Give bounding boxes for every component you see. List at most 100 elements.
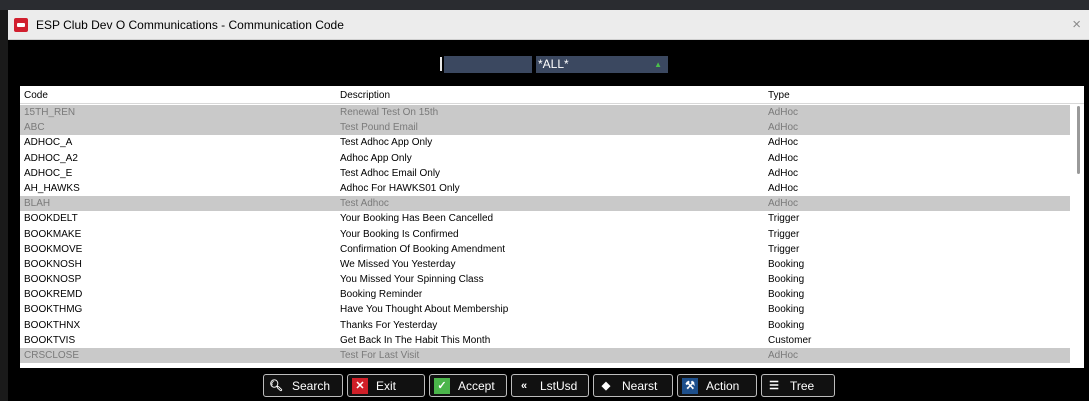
column-header-description[interactable]: Description bbox=[340, 90, 390, 101]
cell-code: ABC bbox=[24, 122, 45, 134]
table-row[interactable]: BOOKTVIS Get Back In The Habit This Month… bbox=[20, 333, 1070, 348]
exit-button[interactable]: ✕ Exit bbox=[347, 374, 425, 397]
vertical-scrollbar[interactable] bbox=[1076, 106, 1082, 366]
cell-code: BOOKTHNX bbox=[24, 319, 81, 331]
text-cursor bbox=[440, 57, 442, 71]
cell-type: AdHoc bbox=[768, 152, 799, 164]
cell-description: Test For Last Visit bbox=[340, 350, 420, 361]
search-button-label: Search bbox=[292, 378, 331, 393]
cell-code: ADHOC_E bbox=[24, 167, 73, 179]
lstusd-button[interactable]: « LstUsd bbox=[511, 374, 589, 397]
cell-description: Get Back In The Habit This Month bbox=[340, 334, 491, 346]
cell-description: Have You Thought About Membership bbox=[340, 304, 509, 316]
exit-icon: ✕ bbox=[352, 377, 368, 394]
cell-type: AdHoc bbox=[768, 167, 799, 179]
accept-button-label: Accept bbox=[458, 378, 495, 393]
table-row[interactable]: ABC Test Pound Email AdHoc bbox=[20, 120, 1070, 136]
search-icon: 🔍︎ bbox=[269, 380, 283, 392]
cell-type: AdHoc bbox=[768, 350, 799, 361]
table-row[interactable]: BOOKMAKE Your Booking Is Confirmed Trigger bbox=[20, 227, 1070, 242]
table-row[interactable]: BOOKREMD Booking Reminder Booking bbox=[20, 287, 1070, 302]
cell-code: BOOKREMD bbox=[24, 289, 83, 301]
close-icon[interactable]: × bbox=[1072, 16, 1081, 33]
cell-type: Booking bbox=[768, 258, 805, 270]
cell-code: CRSCLOSE bbox=[24, 350, 80, 361]
accept-button[interactable]: ✓ Accept bbox=[429, 374, 507, 397]
table-row[interactable]: ADHOC_A2 Adhoc App Only AdHoc bbox=[20, 151, 1070, 166]
cell-type: AdHoc bbox=[768, 198, 799, 210]
table-row[interactable]: BOOKNOSH We Missed You Yesterday Booking bbox=[20, 257, 1070, 272]
table-row[interactable]: CRSCLOSE Test For Last Visit AdHoc bbox=[20, 348, 1070, 364]
table-row[interactable]: BOOKTHNX Thanks For Yesterday Booking bbox=[20, 318, 1070, 333]
cell-code: ADHOC_A2 bbox=[24, 152, 78, 164]
column-header-code[interactable]: Code bbox=[24, 90, 48, 101]
cell-type: Trigger bbox=[768, 213, 800, 225]
button-bar: 🔍︎ Search ✕ Exit ✓ Accept « LstUsd ◆ Nea… bbox=[8, 370, 1089, 401]
cell-description: We Missed You Yesterday bbox=[340, 258, 456, 270]
cell-type: Trigger bbox=[768, 243, 800, 255]
cell-code: ADHOC_A bbox=[24, 137, 73, 149]
tree-button[interactable]: ☰ Tree bbox=[761, 374, 835, 397]
cell-code: BOOKNOSP bbox=[24, 274, 82, 286]
action-button-label: Action bbox=[706, 378, 740, 393]
table-row[interactable]: 15TH_REN Renewal Test On 15th AdHoc bbox=[20, 105, 1070, 121]
cell-type: Trigger bbox=[768, 228, 800, 240]
table-row[interactable]: ADHOC_A Test Adhoc App Only AdHoc bbox=[20, 135, 1070, 150]
cell-description: You Missed Your Spinning Class bbox=[340, 274, 484, 286]
tree-button-label: Tree bbox=[790, 378, 815, 393]
cell-description: Booking Reminder bbox=[340, 289, 423, 301]
cell-code: BOOKTVIS bbox=[24, 334, 76, 346]
nearst-button[interactable]: ◆ Nearst bbox=[593, 374, 673, 397]
cell-description: Adhoc App Only bbox=[340, 152, 412, 164]
desktop-strip bbox=[0, 0, 1089, 10]
filter-type-value: *ALL* bbox=[538, 57, 569, 71]
cell-description: Test Adhoc App Only bbox=[340, 137, 433, 149]
cell-code: BOOKMAKE bbox=[24, 228, 82, 240]
cell-code: BLAH bbox=[24, 198, 51, 210]
grid-header: Code Description Type bbox=[20, 86, 1084, 104]
dropdown-arrow-icon[interactable]: ▲ bbox=[654, 56, 662, 73]
filter-type-select[interactable]: *ALL* ▲ bbox=[536, 56, 668, 73]
column-header-type[interactable]: Type bbox=[768, 90, 790, 101]
tree-icon: ☰ bbox=[769, 380, 779, 392]
filter-code-input[interactable] bbox=[444, 56, 532, 73]
cell-code: AH_HAWKS bbox=[24, 182, 80, 194]
cell-type: Booking bbox=[768, 319, 805, 331]
table-row[interactable]: AH_HAWKS Adhoc For HAWKS01 Only AdHoc bbox=[20, 181, 1070, 196]
lstusd-button-label: LstUsd bbox=[540, 378, 578, 393]
cell-description: Thanks For Yesterday bbox=[340, 319, 438, 331]
cell-code: BOOKMOVE bbox=[24, 243, 83, 255]
cell-code: 15TH_REN bbox=[24, 107, 76, 118]
table-row[interactable]: BOOKNOSP You Missed Your Spinning Class Bo… bbox=[20, 272, 1070, 287]
search-button[interactable]: 🔍︎ Search bbox=[263, 374, 343, 397]
code-grid: Code Description Type 15TH_REN Renewal Te… bbox=[20, 86, 1084, 368]
cell-description: Adhoc For HAWKS01 Only bbox=[340, 182, 460, 194]
communication-code-window: ESP Club Dev O Communications - Communic… bbox=[8, 10, 1089, 401]
cell-type: AdHoc bbox=[768, 182, 799, 194]
table-row[interactable]: BLAH Test Adhoc AdHoc bbox=[20, 196, 1070, 212]
cell-type: AdHoc bbox=[768, 137, 799, 149]
cell-type: Booking bbox=[768, 289, 805, 301]
cell-description: Renewal Test On 15th bbox=[340, 107, 439, 118]
cell-code: BOOKDELT bbox=[24, 213, 78, 225]
title-bar: ESP Club Dev O Communications - Communic… bbox=[8, 10, 1089, 40]
app-icon bbox=[14, 18, 28, 32]
table-row[interactable]: ADHOC_E Test Adhoc Email Only AdHoc bbox=[20, 166, 1070, 181]
cell-description: Test Adhoc Email Only bbox=[340, 167, 441, 179]
window-title: ESP Club Dev O Communications - Communic… bbox=[36, 18, 344, 32]
table-row[interactable]: BOOKDELT Your Booking Has Been Cancelled T… bbox=[20, 211, 1070, 226]
action-icon: ⚒ bbox=[682, 377, 698, 394]
nearst-button-label: Nearst bbox=[622, 378, 658, 393]
exit-button-label: Exit bbox=[376, 378, 397, 393]
action-button[interactable]: ⚒ Action bbox=[677, 374, 757, 397]
cell-type: Booking bbox=[768, 274, 805, 286]
scrollbar-thumb[interactable] bbox=[1077, 106, 1080, 174]
last-used-icon: « bbox=[520, 379, 528, 392]
cell-type: AdHoc bbox=[768, 107, 799, 118]
nearest-icon: ◆ bbox=[601, 380, 611, 392]
cell-type: AdHoc bbox=[768, 122, 799, 134]
cell-description: Your Booking Is Confirmed bbox=[340, 228, 459, 240]
filter-bar: *ALL* ▲ bbox=[8, 41, 1089, 85]
table-row[interactable]: BOOKTHMG Have You Thought About Membershi… bbox=[20, 302, 1070, 317]
table-row[interactable]: BOOKMOVE Confirmation Of Booking Amendmen… bbox=[20, 242, 1070, 257]
